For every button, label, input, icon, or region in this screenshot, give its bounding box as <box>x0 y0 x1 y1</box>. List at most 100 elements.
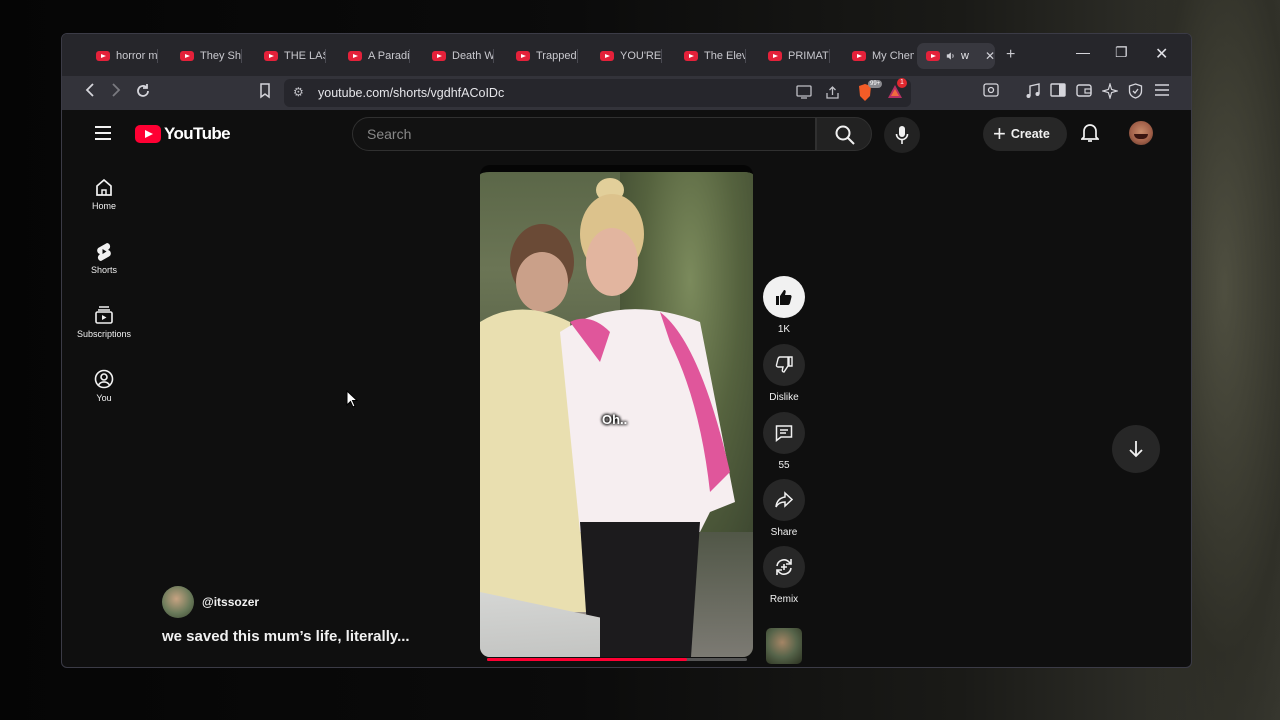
vpn-icon[interactable] <box>1128 83 1143 105</box>
next-short-button[interactable] <box>1112 425 1160 473</box>
tab-title: PRIMATE <box>788 50 830 62</box>
notifications-icon[interactable] <box>1079 123 1101 148</box>
browser-tab-active[interactable]: w ✕ <box>917 43 995 69</box>
youtube-favicon-icon <box>264 51 278 61</box>
tab-title: My Chem <box>872 50 914 62</box>
remix-button[interactable]: Remix <box>762 546 806 605</box>
channel-handle[interactable]: @itssozer <box>202 595 259 609</box>
close-window-icon[interactable]: ✕ <box>1155 44 1168 64</box>
youtube-favicon-icon <box>600 51 614 61</box>
browser-tab[interactable]: PRIMATE <box>746 43 830 69</box>
youtube-header: YouTube + Create <box>62 110 1191 158</box>
browser-toolbar: ⚙ youtube.com/shorts/vgdhfACoIDc 99+ 1 <box>62 76 1191 110</box>
video-progress-fill <box>487 658 688 661</box>
share-circle <box>763 479 805 521</box>
youtube-favicon-icon <box>348 51 362 61</box>
rewards-badge: 1 <box>897 78 907 88</box>
sidebar-item-home[interactable]: Home <box>68 177 140 211</box>
share-icon <box>775 491 793 508</box>
search-button[interactable] <box>816 117 872 151</box>
plus-icon: + <box>993 121 1006 146</box>
tab-title: horror m <box>116 50 158 62</box>
tab-title: The Eleve <box>704 50 746 62</box>
shorts-video-player[interactable]: Oh.. <box>480 165 753 657</box>
screenshot-icon[interactable] <box>983 83 999 103</box>
like-circle <box>763 276 805 318</box>
you-icon <box>94 369 114 389</box>
browser-tab[interactable]: THE LAS <box>242 43 326 69</box>
tab-title: A Paradis <box>368 50 410 62</box>
cast-icon[interactable] <box>796 85 812 104</box>
search-input[interactable] <box>367 118 787 150</box>
dislike-button[interactable]: Dislike <box>762 344 806 403</box>
youtube-logo[interactable]: YouTube <box>135 124 231 144</box>
restore-icon[interactable]: ❐ <box>1115 44 1128 61</box>
browser-tab[interactable]: horror m <box>74 43 158 69</box>
address-bar[interactable]: ⚙ youtube.com/shorts/vgdhfACoIDc 99+ 1 <box>284 78 911 107</box>
account-avatar[interactable] <box>1129 121 1153 145</box>
video-figure-right <box>560 178 735 657</box>
leo-ai-icon[interactable] <box>1100 81 1120 105</box>
minimize-icon[interactable]: — <box>1076 44 1090 60</box>
short-title[interactable]: we saved this mum’s life, literally... <box>162 628 410 645</box>
sidebar-label: Subscriptions <box>76 329 132 339</box>
search-icon <box>835 125 855 145</box>
video-progress-bar[interactable] <box>487 658 747 661</box>
back-icon[interactable] <box>84 83 96 103</box>
dislike-circle <box>763 344 805 386</box>
url-text: youtube.com/shorts/vgdhfACoIDc <box>318 86 505 100</box>
sidebar-item-shorts[interactable]: Shorts <box>68 241 140 275</box>
remix-circle <box>763 546 805 588</box>
channel-avatar[interactable] <box>162 586 194 618</box>
subscriptions-icon <box>95 306 113 324</box>
youtube-play-icon <box>135 125 161 143</box>
browser-tab[interactable]: They Sho <box>158 43 242 69</box>
youtube-favicon-icon <box>180 51 194 61</box>
remix-icon <box>776 559 792 575</box>
site-settings-icon[interactable]: ⚙ <box>293 85 304 99</box>
create-button[interactable]: + Create <box>983 117 1067 151</box>
thumbs-down-icon <box>775 356 793 373</box>
sidebar-item-you[interactable]: You <box>68 369 140 403</box>
video-caption: Oh.. <box>602 412 628 427</box>
wallet-icon[interactable] <box>1076 83 1092 103</box>
share-button[interactable]: Share <box>762 479 806 538</box>
browser-window: horror m They Sho THE LAS A Paradis Deat… <box>61 33 1192 668</box>
like-button[interactable]: 1K <box>762 276 806 335</box>
tab-title: w <box>960 50 969 62</box>
reload-icon[interactable] <box>135 83 151 105</box>
microphone-icon <box>895 126 909 144</box>
browser-tab[interactable]: A Paradis <box>326 43 410 69</box>
like-count: 1K <box>777 324 791 335</box>
sidebar-label: You <box>96 393 112 403</box>
comments-circle <box>763 412 805 454</box>
guide-menu-icon[interactable] <box>95 126 111 140</box>
speaker-icon[interactable] <box>946 51 955 61</box>
new-tab-button[interactable]: + <box>1006 46 1015 64</box>
share-page-icon[interactable] <box>825 85 840 105</box>
close-tab-icon[interactable]: ✕ <box>985 49 995 63</box>
logo-text: YouTube <box>164 124 231 143</box>
create-label: Create <box>1010 127 1050 141</box>
youtube-favicon-icon <box>96 51 110 61</box>
browser-tab[interactable]: The Eleve <box>662 43 746 69</box>
sound-source-thumbnail[interactable] <box>766 628 802 664</box>
menu-icon[interactable] <box>1154 83 1170 103</box>
share-label: Share <box>770 527 798 538</box>
youtube-favicon-icon <box>684 51 698 61</box>
bookmark-icon[interactable] <box>259 83 271 105</box>
comment-count: 55 <box>778 460 790 471</box>
forward-icon[interactable] <box>110 83 122 103</box>
tab-bar: horror m They Sho THE LAS A Paradis Deat… <box>62 34 1191 76</box>
media-icon[interactable] <box>1025 83 1041 105</box>
sidebar-item-subscriptions[interactable]: Subscriptions <box>68 305 140 339</box>
browser-tab[interactable]: YOU'RE I <box>578 43 662 69</box>
browser-tab[interactable]: Death W <box>410 43 494 69</box>
sidebar-label: Home <box>91 201 116 211</box>
comments-button[interactable]: 55 <box>762 412 806 471</box>
sidebar-toggle-icon[interactable] <box>1050 83 1066 103</box>
voice-search-button[interactable] <box>884 117 920 153</box>
browser-tab[interactable]: Trapped <box>494 43 578 69</box>
shields-count-badge: 99+ <box>868 80 883 88</box>
browser-tab[interactable]: My Chem <box>830 43 914 69</box>
